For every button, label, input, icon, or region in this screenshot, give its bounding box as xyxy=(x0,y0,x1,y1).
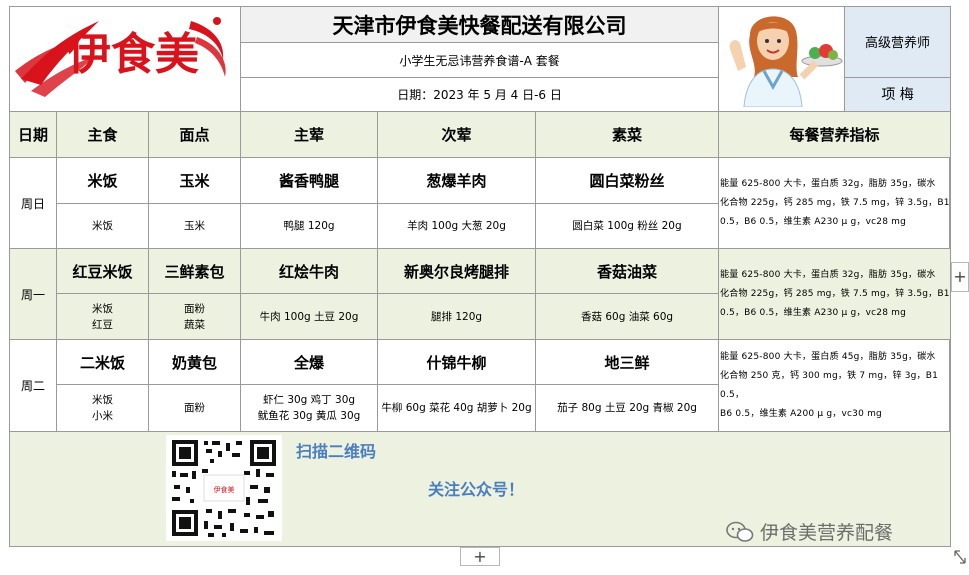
veg-ingredients: 香菇 60g 油菜 60g xyxy=(535,293,720,340)
veg-dish: 地三鲜 xyxy=(535,339,720,385)
pastry-ingredients: 玉米 xyxy=(147,203,242,249)
staple-dish: 红豆米饭 xyxy=(56,248,149,294)
scan-qr-text: 扫描二维码 xyxy=(296,442,377,461)
veg-dish: 香菇油菜 xyxy=(535,248,720,294)
add-row-button[interactable]: + xyxy=(460,547,500,566)
logo-cell: 伊食美 xyxy=(8,6,242,112)
pastry-dish: 玉米 xyxy=(147,157,242,204)
nutritionist-name: 项 梅 xyxy=(844,76,952,113)
pastry-ingredients: 面粉 xyxy=(147,384,242,432)
header-veg: 素菜 xyxy=(535,111,720,158)
nutrition-info: 能量 625-800 大卡，蛋白质 45g，脂肪 35g，碳水 化合物 250 … xyxy=(718,339,952,432)
pastry-ingredients: 面粉 蔬菜 xyxy=(147,293,242,340)
main-dish: 全爆 xyxy=(240,339,379,385)
main-ingredients: 牛肉 100g 土豆 20g xyxy=(240,293,379,340)
watermark-text: 伊食美营养配餐 xyxy=(760,522,894,544)
date-range: 日期：2023 年 5 月 4 日-6 日 xyxy=(240,76,720,113)
veg-ingredients: 圆白菜 100g 粉丝 20g xyxy=(535,203,720,249)
staple-ingredients: 米饭 xyxy=(56,203,149,249)
nutrition-info: 能量 625-800 大卡，蛋白质 32g，脂肪 35g，碳水 化合物 225g… xyxy=(718,248,952,340)
follow-text: 关注公众号！ xyxy=(428,480,525,499)
chef-cell xyxy=(718,6,846,112)
pastry-dish: 三鲜素包 xyxy=(147,248,242,294)
header-second: 次荤 xyxy=(377,111,537,158)
menu-table: 伊食美 天津市伊食美快餐配送有限公司 高级营养师 小学生无忌讳营养食谱-A 套餐 xyxy=(8,5,952,547)
main-dish: 酱香鸭腿 xyxy=(240,157,379,204)
nutrition-line: 化合物 225g，钙 285 mg，铁 7.5 mg，锌 3.5g，B1 xyxy=(720,197,950,208)
wechat-icon xyxy=(726,521,754,542)
day-monday: 周一 xyxy=(9,248,57,340)
chef-illustration xyxy=(729,16,843,108)
second-dish: 新奥尔良烤腿排 xyxy=(377,248,537,294)
company-title: 天津市伊食美快餐配送有限公司 xyxy=(240,5,720,44)
menu-name: 小学生无忌讳营养食谱-A 套餐 xyxy=(240,42,720,78)
qr-center-logo: 伊食美 xyxy=(214,485,235,494)
pastry-dish: 奶黄包 xyxy=(147,339,242,385)
nutrition-line: 化合物 225g，钙 285 mg，铁 7.5 mg，锌 3.5g，B1 xyxy=(720,288,950,299)
add-column-button[interactable]: + xyxy=(951,262,969,292)
staple-ingredients: 米饭 小米 xyxy=(56,384,149,432)
main-ingredients: 虾仁 30g 鸡丁 30g 鱿鱼花 30g 黄瓜 30g xyxy=(240,384,379,432)
second-ingredients: 腿排 120g xyxy=(377,293,537,340)
main-dish: 红烩牛肉 xyxy=(240,248,379,294)
main-ingredients: 鸭腿 120g xyxy=(240,203,379,249)
header-pastry: 面点 xyxy=(147,111,242,158)
nutritionist-title: 高级营养师 xyxy=(844,6,952,78)
header-main: 主荤 xyxy=(240,111,379,158)
header-staple: 主食 xyxy=(56,111,149,158)
nutrition-line: 能量 625-800 大卡，蛋白质 32g，脂肪 35g，碳水 xyxy=(720,178,936,189)
day-tuesday: 周二 xyxy=(9,339,57,432)
nutrition-line: B6 0.5，维生素 A200 μ g，vc30 mg xyxy=(720,408,882,419)
staple-dish: 米饭 xyxy=(56,157,149,204)
second-ingredients: 牛柳 60g 菜花 40g 胡萝卜 20g xyxy=(377,384,537,432)
nutrition-line: 0.5，B6 0.5，维生素 A230 μ g，vc28 mg xyxy=(720,216,907,227)
veg-ingredients: 茄子 80g 土豆 20g 青椒 20g xyxy=(535,384,720,432)
header-day: 日期 xyxy=(9,111,57,158)
qr-code[interactable]: 伊食美 xyxy=(166,435,282,541)
nutrition-line: 能量 625-800 大卡，蛋白质 32g，脂肪 35g，碳水 xyxy=(720,269,936,280)
staple-ingredients: 米饭 红豆 xyxy=(56,293,149,340)
staple-dish: 二米饭 xyxy=(56,339,149,385)
nutrition-line: 化合物 250 克，钙 300 mg，铁 7 mg，锌 3g，B1 0.5， xyxy=(720,370,939,400)
nutrition-info: 能量 625-800 大卡，蛋白质 32g，脂肪 35g，碳水 化合物 225g… xyxy=(718,157,952,249)
resize-handle-icon[interactable] xyxy=(952,548,968,566)
qr-footer: 伊食美 扫描二维码 关注公众号！ 伊食美营养配餐 xyxy=(8,431,952,547)
second-dish: 葱爆羊肉 xyxy=(377,157,537,204)
nutrition-line: 0.5，B6 0.5，维生素 A230 μ g，vc28 mg xyxy=(720,307,907,318)
day-sunday: 周日 xyxy=(9,157,57,249)
veg-dish: 圆白菜粉丝 xyxy=(535,157,720,204)
logo-text: 伊食美 xyxy=(66,29,199,80)
watermark: 伊食美营养配餐 xyxy=(726,518,893,545)
second-dish: 什锦牛柳 xyxy=(377,339,537,385)
nutrition-line: 能量 625-800 大卡，蛋白质 45g，脂肪 35g，碳水 xyxy=(720,351,936,362)
company-logo: 伊食美 xyxy=(14,17,226,97)
header-nutrition: 每餐营养指标 xyxy=(718,111,952,158)
second-ingredients: 羊肉 100g 大葱 20g xyxy=(377,203,537,249)
